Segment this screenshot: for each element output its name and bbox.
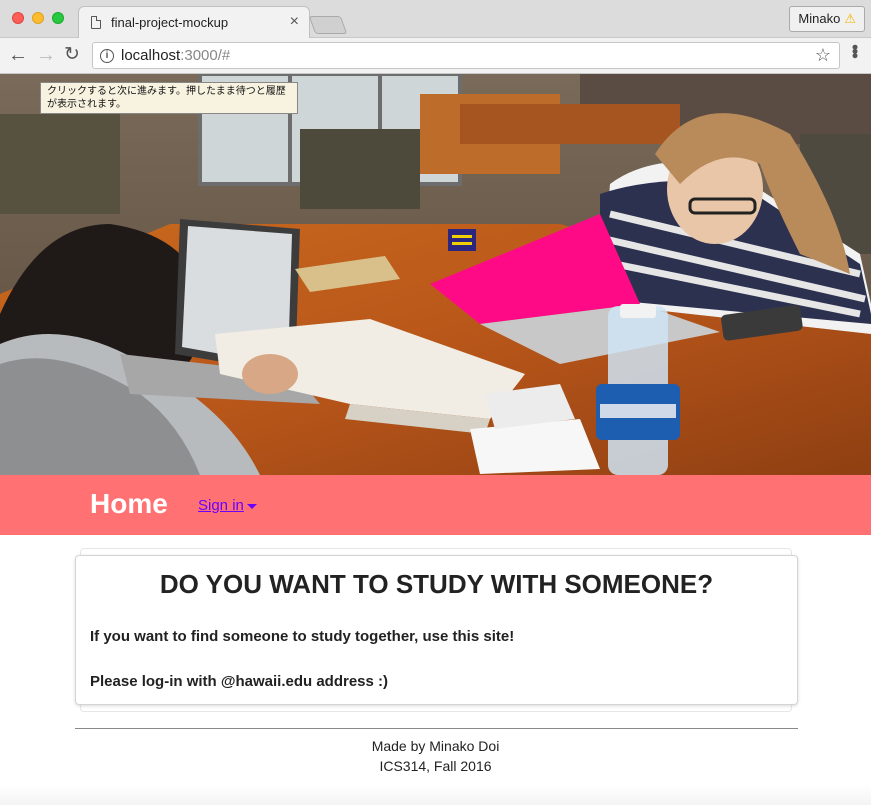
browser-tab[interactable]: final-project-mockup × — [78, 6, 310, 38]
reload-icon[interactable]: ↻ — [64, 44, 80, 66]
browser-toolbar: ← → ↻ i localhost:3000/# ☆ ••• — [0, 38, 871, 74]
document-icon — [91, 16, 101, 29]
profile-button[interactable]: Minako ⚠ — [789, 6, 865, 32]
tab-title: final-project-mockup — [111, 15, 229, 30]
hero-image — [0, 74, 871, 475]
url-text[interactable]: localhost:3000/# — [121, 47, 230, 64]
profile-name: Minako — [798, 11, 841, 26]
browser-menu-icon[interactable]: ••• — [845, 44, 865, 57]
footer-course: ICS314, Fall 2016 — [379, 758, 492, 774]
minimize-window-button[interactable] — [32, 12, 44, 24]
intro-text: If you want to find someone to study tog… — [90, 628, 515, 645]
new-tab-button[interactable] — [308, 16, 348, 34]
bookmark-star-icon[interactable]: ☆ — [815, 45, 831, 66]
caret-down-icon — [246, 503, 257, 509]
footer-divider — [75, 728, 798, 729]
home-link[interactable]: Home — [90, 488, 168, 520]
browser-tabbar: final-project-mockup × Minako ⚠ — [0, 0, 871, 38]
signin-dropdown[interactable]: Sign in — [198, 497, 257, 514]
close-tab-icon[interactable]: × — [290, 13, 299, 31]
maximize-window-button[interactable] — [52, 12, 64, 24]
intro-card: DO YOU WANT TO STUDY WITH SOMEONE? If yo… — [75, 555, 798, 705]
forward-arrow-icon[interactable]: → — [36, 44, 56, 66]
top-navbar: Home Sign in — [0, 475, 871, 535]
back-button-tooltip: クリックすると次に進みます。押したまま待つと履歴が表示されます。 — [40, 82, 298, 114]
address-bar[interactable]: i localhost:3000/# ☆ — [92, 42, 840, 69]
window-bottom — [0, 785, 871, 805]
back-arrow-icon[interactable]: ← — [8, 44, 28, 66]
close-window-button[interactable] — [12, 12, 24, 24]
page-title: DO YOU WANT TO STUDY WITH SOMEONE? — [159, 569, 714, 599]
students-studying-photo — [0, 74, 871, 475]
footer-author: Made by Minako Doi — [371, 738, 500, 754]
warning-icon: ⚠ — [844, 11, 856, 26]
info-icon[interactable]: i — [100, 49, 114, 63]
login-hint-text: Please log-in with @hawaii.edu address :… — [90, 673, 389, 690]
